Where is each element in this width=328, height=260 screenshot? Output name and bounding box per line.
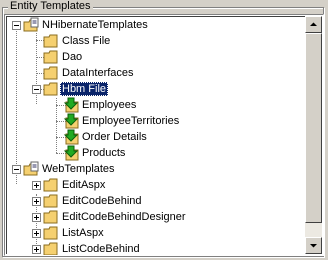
expand-toggle[interactable]	[32, 245, 41, 254]
tree-node-label: Dao	[62, 51, 83, 63]
tree-node-listcodebehind[interactable]: ListCodeBehind	[7, 241, 307, 255]
collapse-toggle[interactable]	[12, 165, 21, 174]
tree-node-datainterfaces[interactable]: DataInterfaces	[7, 65, 307, 81]
expand-toggle[interactable]	[32, 229, 41, 238]
tree-node-label: ListCodeBehind	[62, 243, 140, 255]
tree-node-label: Order Details	[82, 131, 147, 143]
folder-icon	[43, 66, 58, 80]
folder-with-document-icon	[23, 161, 39, 176]
tree-node-hbm-file[interactable]: Hbm File	[7, 81, 307, 97]
tree-node-label: ListAspx	[62, 227, 104, 239]
folder-icon	[43, 210, 58, 224]
folder-with-document-icon	[23, 17, 39, 32]
tree-node-employees[interactable]: Employees	[7, 97, 307, 113]
entity-templates-tree[interactable]: NHibernateTemplates Class File Dao DataI…	[4, 14, 324, 256]
scroll-up-button[interactable]	[305, 16, 322, 33]
tree-node-webtemplates[interactable]: WebTemplates	[7, 161, 307, 177]
arrow-up-icon	[310, 22, 317, 26]
tree-node-nhibernatetemplates[interactable]: NHibernateTemplates	[7, 17, 307, 33]
folder-icon	[43, 50, 58, 64]
tree-node-order-details[interactable]: Order Details	[7, 129, 307, 145]
green-arrow-document-icon	[63, 145, 79, 161]
folder-icon	[43, 194, 58, 208]
tree-node-editcodebehind[interactable]: EditCodeBehind	[7, 193, 307, 209]
tree-node-label: WebTemplates	[42, 163, 115, 175]
vertical-scrollbar[interactable]	[305, 16, 322, 254]
collapse-toggle[interactable]	[32, 85, 41, 94]
tree-node-products[interactable]: Products	[7, 145, 307, 161]
tree-node-label: Class File	[62, 35, 111, 47]
green-arrow-document-icon	[63, 129, 79, 145]
scroll-down-button[interactable]	[305, 237, 322, 254]
tree-node-class-file[interactable]: Class File	[7, 33, 307, 49]
tree-node-label-selected: Hbm File	[60, 82, 109, 96]
expand-toggle[interactable]	[32, 181, 41, 190]
tree-node-editcodebehinddesigner[interactable]: EditCodeBehindDesigner	[7, 209, 307, 225]
green-arrow-document-icon	[63, 97, 79, 113]
tree-node-label: EditCodeBehindDesigner	[62, 211, 186, 223]
arrow-down-icon	[310, 244, 317, 248]
scrollbar-thumb[interactable]	[305, 33, 322, 223]
tree-node-label: NHibernateTemplates	[42, 19, 148, 31]
folder-icon	[43, 242, 58, 255]
expand-toggle[interactable]	[32, 197, 41, 206]
tree-node-label: Employees	[82, 99, 137, 111]
tree-node-label: EditCodeBehind	[62, 195, 142, 207]
folder-icon	[43, 82, 58, 96]
tree-node-employeeterritories[interactable]: EmployeeTerritories	[7, 113, 307, 129]
collapse-toggle[interactable]	[12, 21, 21, 30]
folder-icon	[43, 178, 58, 192]
tree-node-label: EmployeeTerritories	[82, 115, 180, 127]
tree-node-dao[interactable]: Dao	[7, 49, 307, 65]
tree-node-label: DataInterfaces	[62, 67, 134, 79]
expand-toggle[interactable]	[32, 213, 41, 222]
tree-node-listaspx[interactable]: ListAspx	[7, 225, 307, 241]
green-arrow-document-icon	[63, 113, 79, 129]
tree-node-label: Products	[82, 147, 126, 159]
tree-node-editaspx[interactable]: EditAspx	[7, 177, 307, 193]
groupbox-title: Entity Templates	[8, 0, 93, 13]
folder-icon	[43, 226, 58, 240]
tree-node-label: EditAspx	[62, 179, 106, 191]
tree-content: NHibernateTemplates Class File Dao DataI…	[6, 16, 307, 255]
folder-icon	[43, 34, 58, 48]
